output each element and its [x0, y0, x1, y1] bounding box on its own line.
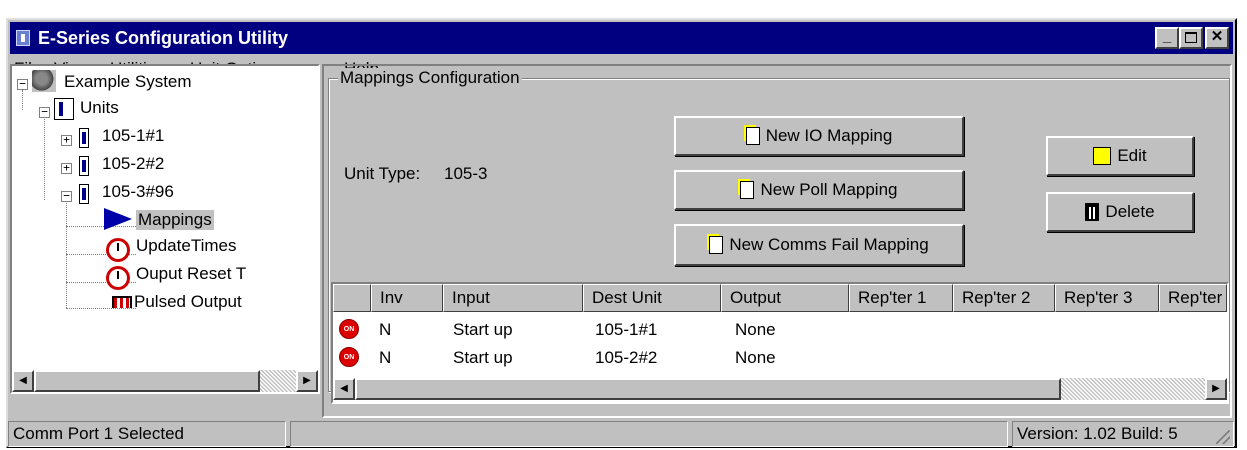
column-header-dest-unit[interactable]: Dest Unit	[583, 284, 721, 312]
mappings-arrow-icon	[104, 208, 132, 230]
column-header-input[interactable]: Input	[443, 284, 583, 312]
mappings-grid[interactable]: Inv Input Dest Unit Output Rep'ter 1 Rep…	[331, 282, 1229, 404]
unit-icon	[79, 128, 89, 148]
new-comms-fail-mapping-button[interactable]: New Comms Fail Mapping	[674, 224, 964, 266]
tree-line	[66, 198, 67, 308]
tree-node-unit-1[interactable]: 105-1#1	[102, 126, 164, 146]
new-io-mapping-label: New IO Mapping	[765, 126, 893, 145]
unit-type-label: Unit Type:	[344, 164, 421, 183]
scroll-thumb[interactable]	[34, 370, 260, 392]
new-poll-mapping-button[interactable]: New Poll Mapping	[674, 170, 964, 210]
tree-node-units[interactable]: Units	[80, 98, 119, 118]
clock-icon	[106, 238, 130, 262]
collapse-root-icon[interactable]: −	[17, 78, 28, 90]
grid-horizontal-scrollbar[interactable]: ◀ ▶	[333, 378, 1227, 400]
cell-input: Start up	[453, 348, 513, 367]
new-io-mapping-button[interactable]: New IO Mapping	[674, 116, 964, 156]
unit-icon	[79, 156, 89, 176]
cell-output: None	[735, 348, 776, 367]
close-button[interactable]: ✕	[1205, 27, 1229, 49]
status-version: Version: 1.02 Build: 5	[1012, 421, 1234, 447]
cell-dest-unit: 105-1#1	[595, 320, 658, 339]
tree-node-mappings[interactable]: Mappings	[136, 210, 214, 230]
maximize-icon	[1185, 32, 1197, 43]
clock-icon	[106, 266, 130, 290]
cell-inv: N	[379, 348, 392, 367]
window-title: E-Series Configuration Utility	[38, 28, 289, 48]
app-icon[interactable]	[16, 30, 30, 46]
column-header-inv[interactable]: Inv	[371, 284, 443, 312]
edit-icon	[1093, 147, 1112, 165]
unit-type-value: 105-3	[444, 164, 488, 183]
expand-unit2-icon[interactable]: +	[61, 162, 72, 174]
status-middle	[290, 421, 1008, 447]
tree-node-output-reset[interactable]: Ouput Reset T	[136, 264, 246, 284]
close-icon: ✕	[1210, 28, 1224, 45]
unit-icon	[79, 184, 89, 204]
system-icon	[32, 70, 56, 92]
delete-button[interactable]: Delete	[1046, 192, 1194, 232]
edit-button[interactable]: Edit	[1046, 136, 1194, 176]
column-header-repeater-4[interactable]: Rep'ter	[1159, 284, 1227, 312]
tree-horizontal-scrollbar[interactable]: ◀ ▶	[12, 370, 318, 392]
scroll-left-button[interactable]: ◀	[12, 370, 34, 392]
new-document-icon	[740, 181, 755, 199]
column-header-icon[interactable]	[333, 284, 371, 312]
tree-node-pulsed-output[interactable]: Pulsed Output	[134, 292, 242, 312]
on-status-icon: ON	[339, 319, 359, 339]
scroll-right-button[interactable]: ▶	[296, 370, 318, 392]
units-icon	[54, 98, 74, 120]
cell-input: Start up	[453, 320, 513, 339]
collapse-unit3-icon[interactable]: −	[61, 190, 72, 202]
tree-node-unit-2[interactable]: 105-2#2	[102, 154, 164, 174]
tree-line	[66, 308, 136, 309]
expand-unit1-icon[interactable]: +	[61, 134, 72, 146]
minimize-button[interactable]: _	[1155, 27, 1179, 49]
arrow-right-icon: ▶	[1212, 383, 1220, 394]
pulse-icon	[112, 296, 132, 308]
tree-node-update-times[interactable]: UpdateTimes	[136, 236, 236, 256]
edit-label: Edit	[1117, 146, 1147, 165]
new-document-icon	[745, 127, 760, 145]
column-header-repeater-2[interactable]: Rep'ter 2	[953, 284, 1055, 312]
cell-inv: N	[379, 320, 392, 339]
tree-line	[22, 90, 23, 110]
new-poll-mapping-label: New Poll Mapping	[760, 180, 898, 199]
collapse-units-icon[interactable]: −	[39, 106, 50, 118]
scroll-thumb[interactable]	[355, 378, 1061, 400]
scroll-left-button[interactable]: ◀	[333, 378, 355, 400]
column-header-repeater-1[interactable]: Rep'ter 1	[849, 284, 953, 312]
tree-line	[44, 114, 45, 200]
arrow-left-icon: ◀	[340, 383, 348, 394]
delete-label: Delete	[1105, 202, 1155, 221]
on-status-icon: ON	[339, 347, 359, 367]
scroll-track[interactable]	[260, 370, 296, 392]
status-comm-port: Comm Port 1 Selected	[8, 421, 286, 447]
tree-node-example-system[interactable]: Example System	[64, 72, 192, 92]
new-document-icon	[709, 236, 724, 254]
arrow-right-icon: ▶	[303, 375, 311, 386]
maximize-button[interactable]	[1179, 27, 1203, 49]
cell-dest-unit: 105-2#2	[595, 348, 658, 367]
scroll-right-button[interactable]: ▶	[1205, 378, 1227, 400]
column-header-output[interactable]: Output	[721, 284, 849, 312]
unit-tree[interactable]: − Example System − Units + 105-1#1 + 105…	[10, 64, 320, 394]
cell-output: None	[735, 320, 776, 339]
trash-icon	[1085, 203, 1100, 221]
column-header-repeater-3[interactable]: Rep'ter 3	[1055, 284, 1159, 312]
title-bar[interactable]: E-Series Configuration Utility _ ✕	[10, 22, 1233, 54]
new-comms-fail-mapping-label: New Comms Fail Mapping	[729, 235, 929, 254]
arrow-left-icon: ◀	[19, 375, 27, 386]
minimize-icon: _	[1162, 28, 1172, 45]
mappings-group-title: Mappings Configuration	[338, 68, 522, 88]
scroll-track[interactable]	[1061, 378, 1205, 400]
resize-grip-icon[interactable]	[1216, 430, 1230, 444]
tree-node-unit-3[interactable]: 105-3#96	[102, 182, 174, 202]
